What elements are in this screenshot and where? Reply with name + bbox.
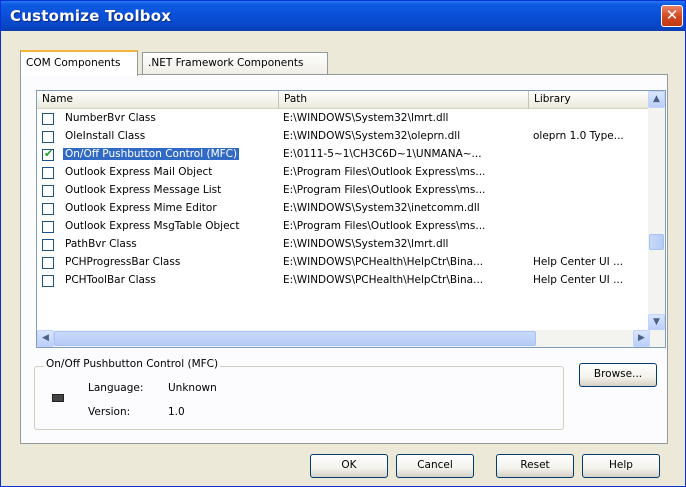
cancel-button[interactable]: Cancel (396, 454, 474, 478)
horizontal-scrollbar[interactable]: ◀ ▶ (37, 330, 665, 347)
table-row[interactable]: NumberBvr Class E:\WINDOWS\System32\lmrt… (37, 110, 649, 128)
row-path: E:\Program Files\Outlook Express\ms... (283, 166, 486, 178)
version-value: 1.0 (168, 406, 185, 418)
row-path: E:\0111-5~1\CH3C6D~1\UNMANA~... (283, 148, 482, 160)
tab-net-framework-components[interactable]: .NET Framework Components (142, 52, 328, 75)
row-path: E:\WINDOWS\System32\oleprn.dll (283, 130, 461, 142)
window-title: Customize Toolbox (10, 7, 172, 25)
row-path: E:\WINDOWS\PCHealth\HelpCtr\Bina... (283, 274, 484, 286)
chevron-up-icon: ▲ (653, 94, 660, 104)
tab-com-components[interactable]: COM Components (20, 50, 138, 76)
help-button[interactable]: Help (582, 454, 660, 478)
list-rows: NumberBvr Class E:\WINDOWS\System32\lmrt… (37, 110, 649, 290)
table-row[interactable]: PathBvr Class E:\WINDOWS\System32\lmrt.d… (37, 236, 649, 254)
row-name: OleInstall Class (65, 130, 146, 142)
column-header-name[interactable]: Name (37, 91, 279, 109)
component-icon (52, 394, 64, 402)
row-library (533, 110, 643, 128)
row-path: E:\WINDOWS\System32\lmrt.dll (283, 238, 449, 250)
row-library (533, 200, 643, 218)
row-path: E:\WINDOWS\System32\inetcomm.dll (283, 202, 480, 214)
vertical-scroll-thumb[interactable] (649, 234, 664, 250)
row-library: Help Center UI ... (533, 256, 624, 268)
version-label: Version: (88, 406, 131, 418)
table-row[interactable]: Outlook Express MsgTable Object E:\Progr… (37, 218, 649, 236)
column-header-label: Path (284, 93, 308, 105)
chevron-down-icon: ▼ (653, 317, 660, 327)
scroll-down-button[interactable]: ▼ (648, 314, 665, 331)
row-library (533, 218, 643, 236)
browse-button[interactable]: Browse... (579, 363, 657, 387)
ok-button[interactable]: OK (310, 454, 388, 478)
table-row[interactable]: PCHProgressBar Class E:\WINDOWS\PCHealth… (37, 254, 649, 272)
component-details-group (34, 366, 564, 430)
table-row-selected[interactable]: On/Off Pushbutton Control (MFC) E:\0111-… (37, 146, 649, 164)
vertical-scrollbar[interactable]: ▲ ▼ (648, 91, 665, 331)
scroll-right-button[interactable]: ▶ (633, 330, 650, 347)
row-library (533, 236, 643, 254)
column-header-path[interactable]: Path (279, 91, 529, 109)
row-path: E:\WINDOWS\System32\lmrt.dll (283, 112, 449, 124)
group-title: On/Off Pushbutton Control (MFC) (44, 358, 221, 370)
tab-label: .NET Framework Components (148, 57, 304, 69)
scroll-left-button[interactable]: ◀ (37, 330, 54, 347)
row-name: Outlook Express Mail Object (65, 166, 213, 178)
column-header-label: Library (534, 93, 571, 105)
row-library (533, 164, 643, 182)
scroll-up-button[interactable]: ▲ (648, 91, 665, 108)
close-button[interactable]: ✕ (661, 5, 683, 27)
row-path: E:\Program Files\Outlook Express\ms... (283, 220, 486, 232)
table-row[interactable]: Outlook Express Message List E:\Program … (37, 182, 649, 200)
row-library (533, 146, 643, 164)
row-path: E:\Program Files\Outlook Express\ms... (283, 184, 486, 196)
title-bar[interactable]: Customize Toolbox ✕ (1, 1, 685, 31)
close-icon: ✕ (665, 6, 679, 24)
table-row[interactable]: Outlook Express Mail Object E:\Program F… (37, 164, 649, 182)
row-name: PCHToolBar Class (65, 274, 156, 286)
row-name: Outlook Express Mime Editor (65, 202, 217, 214)
horizontal-scroll-thumb[interactable] (54, 331, 536, 346)
reset-button[interactable]: Reset (496, 454, 574, 478)
tab-label: COM Components (26, 57, 121, 69)
row-name: Outlook Express Message List (65, 184, 222, 196)
row-name: PCHProgressBar Class (65, 256, 181, 268)
row-name: On/Off Pushbutton Control (MFC) (61, 147, 241, 161)
components-list[interactable]: Name Path Library NumberBvr Class E:\WIN… (36, 90, 666, 348)
language-label: Language: (88, 382, 144, 394)
row-library: Help Center UI ... (533, 274, 624, 286)
chevron-left-icon: ◀ (42, 333, 49, 343)
row-library (533, 182, 643, 200)
column-header-label: Name (42, 93, 73, 105)
row-name: Outlook Express MsgTable Object (65, 220, 240, 232)
language-value: Unknown (168, 382, 217, 394)
row-path: E:\WINDOWS\PCHealth\HelpCtr\Bina... (283, 256, 484, 268)
row-name: NumberBvr Class (65, 112, 156, 124)
table-row[interactable]: PCHToolBar Class E:\WINDOWS\PCHealth\Hel… (37, 272, 649, 290)
table-row[interactable]: Outlook Express Mime Editor E:\WINDOWS\S… (37, 200, 649, 218)
row-library: oleprn 1.0 Type... (533, 130, 624, 142)
row-name: PathBvr Class (65, 238, 137, 250)
chevron-right-icon: ▶ (638, 333, 645, 343)
list-header: Name Path Library (37, 91, 649, 109)
table-row[interactable]: OleInstall Class E:\WINDOWS\System32\ole… (37, 128, 649, 146)
column-header-library[interactable]: Library (529, 91, 649, 109)
